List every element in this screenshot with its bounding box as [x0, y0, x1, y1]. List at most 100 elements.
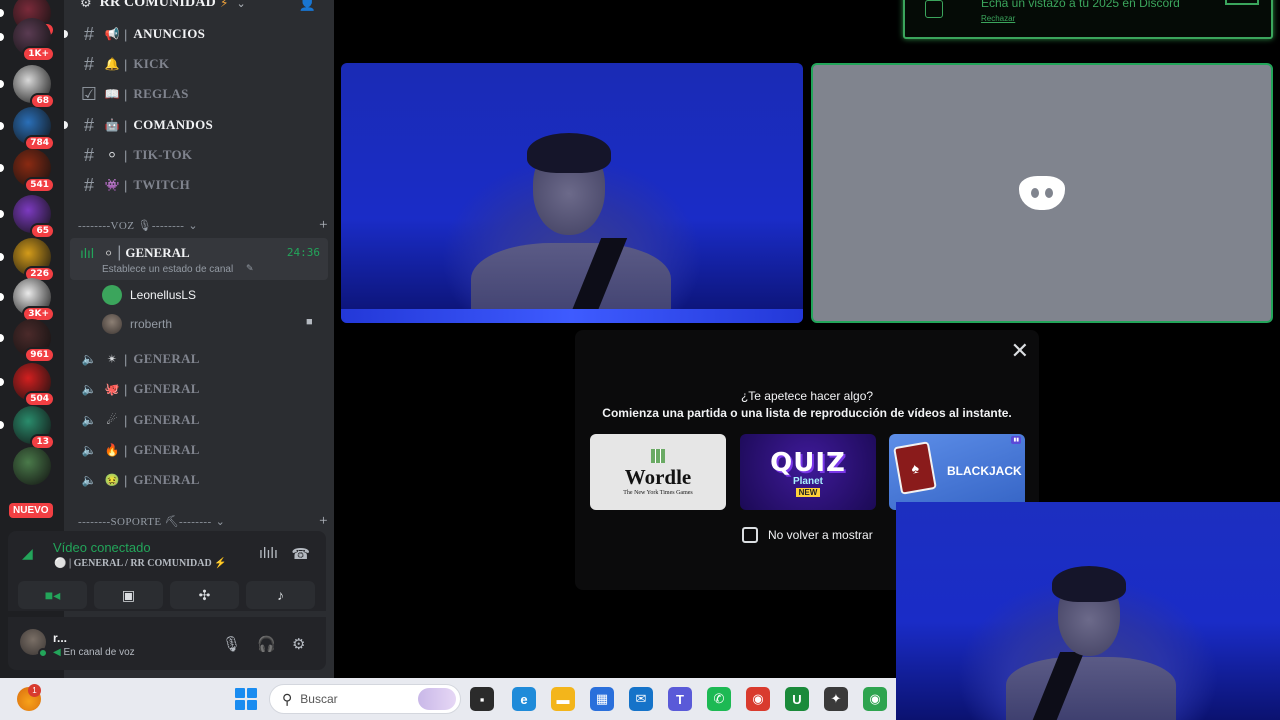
- pencil-icon[interactable]: ✎: [246, 263, 254, 274]
- recap-banner-title: Echa un vistazo a tu 2025 en Discord: [981, 0, 1180, 10]
- server-icon[interactable]: 3K+: [0, 278, 55, 322]
- whatsapp-icon[interactable]: ✆: [707, 687, 731, 711]
- voice-channel-general-active[interactable]: ılıl ⚪ | GENERAL 24:36 Establece un esta…: [70, 238, 328, 280]
- server-icon[interactable]: 68: [0, 65, 55, 109]
- microphone-icon[interactable]: 🎙: [222, 635, 241, 653]
- username[interactable]: r...: [53, 631, 67, 645]
- signal-icon[interactable]: ◢: [22, 545, 33, 562]
- close-icon[interactable]: ✕: [1011, 338, 1029, 364]
- camera-icon: ■: [306, 316, 313, 328]
- camera-icon: ■◂: [44, 586, 61, 603]
- voice-channel-general[interactable]: 🔈 ☄ | GENERAL: [70, 406, 328, 434]
- channel-reglas[interactable]: ☑ 📖 | REGLAS: [70, 80, 328, 108]
- server-icon[interactable]: 226: [0, 238, 55, 282]
- activity-question: ¿Te apetece hacer algo?: [740, 389, 874, 403]
- screen-share-button[interactable]: ▣: [94, 581, 163, 609]
- webcam-tile-leonelluls[interactable]: [341, 63, 803, 323]
- separator: |: [124, 177, 128, 193]
- server-header[interactable]: ⚙ RR COMUNIDAD ⚡ ⌄ 👤: [64, 0, 334, 14]
- server-icon[interactable]: 961: [0, 319, 55, 363]
- server-icon[interactable]: 65: [0, 195, 55, 239]
- playing-card-icon: ♠: [893, 441, 937, 495]
- ball-icon: ⚪: [54, 558, 67, 569]
- add-user-icon[interactable]: 👤: [299, 0, 316, 12]
- server-gear-icon: ⚙: [80, 0, 92, 10]
- server-icon[interactable]: 541: [0, 149, 55, 193]
- store-icon[interactable]: ▦: [590, 687, 614, 711]
- dont-show-again[interactable]: No volver a mostrar: [742, 527, 873, 543]
- channel-emoji-icon: 🤖: [104, 118, 120, 132]
- channel-label: COMANDOS: [133, 117, 214, 132]
- voice-channel-general[interactable]: 🔈 🔥 | GENERAL: [70, 436, 328, 464]
- channel-label: KICK: [133, 56, 170, 71]
- channel-label: GENERAL: [133, 351, 200, 366]
- channel-label: GENERAL: [133, 412, 200, 427]
- channel-comandos[interactable]: # 🤖 | COMANDOS: [64, 111, 328, 139]
- recap-open-button[interactable]: [1225, 0, 1259, 5]
- voice-user[interactable]: LeonellusLS: [102, 283, 196, 307]
- server-icon[interactable]: 784: [0, 107, 55, 151]
- channel-anuncios[interactable]: # 📢 | ANUNCIOS: [64, 20, 328, 48]
- file-explorer-dark-icon[interactable]: ▪: [470, 687, 494, 711]
- camera-button[interactable]: ■◂: [18, 581, 87, 609]
- chrome-icon[interactable]: ◉: [746, 687, 770, 711]
- hash-icon: #: [83, 144, 94, 165]
- activity-subtitle: Comienza una partida o una lista de repr…: [602, 406, 1012, 420]
- support-category-label: --------SOPORTE ⛏--------: [78, 515, 212, 528]
- dont-show-checkbox[interactable]: [742, 527, 758, 543]
- outlook-icon[interactable]: ✉: [629, 687, 653, 711]
- chevron-down-icon[interactable]: ⌄: [236, 0, 245, 10]
- activity-card-quiz-planet[interactable]: QUIZ Planet NEW: [740, 434, 876, 510]
- disconnect-icon[interactable]: ☎: [291, 545, 310, 563]
- activity-card-blackjack[interactable]: ♠ BLACKJACK ▮▮: [889, 434, 1025, 510]
- unread-indicator: [64, 30, 68, 38]
- channel-status-prompt[interactable]: Establece un estado de canal: [102, 264, 233, 275]
- channel-tik-tok[interactable]: # ⚪ | TIK-TOK: [70, 141, 328, 169]
- chevron-down-icon: ⌄: [215, 515, 226, 528]
- server-icon[interactable]: 504: [0, 363, 55, 407]
- server-icon[interactable]: 1K+: [0, 18, 55, 62]
- activity-card-wordle[interactable]: Wordle The New York Times Games: [590, 434, 726, 510]
- soundboard-button[interactable]: ♪: [246, 581, 315, 609]
- add-channel-icon[interactable]: +: [319, 513, 328, 530]
- headphones-icon[interactable]: 🎧: [257, 635, 276, 653]
- voice-category[interactable]: --------VOZ 🎙-------- ⌄ +: [78, 217, 328, 233]
- participant-tile-no-video[interactable]: [811, 63, 1273, 323]
- online-status-dot: [38, 648, 48, 658]
- connection-location[interactable]: ⚪ | GENERAL / RR COMUNIDAD ⚡: [54, 558, 227, 569]
- speaker-icon: 🔈: [81, 382, 97, 396]
- server-icon[interactable]: 13: [0, 406, 55, 450]
- new-badge: NUEVO: [9, 503, 53, 518]
- separator: |: [124, 86, 128, 102]
- start-button[interactable]: [235, 688, 257, 710]
- channel-label: GENERAL: [133, 442, 200, 457]
- wordle-grid-icon: [651, 448, 665, 463]
- recap-dismiss-link[interactable]: Rechazar: [981, 14, 1015, 23]
- user-status-text: En canal de voz: [63, 647, 135, 658]
- edge-icon[interactable]: e: [512, 687, 536, 711]
- app-u-icon[interactable]: U: [785, 687, 809, 711]
- server-icon[interactable]: [13, 447, 51, 485]
- self-camera-preview[interactable]: [896, 502, 1280, 720]
- app-dark-icon[interactable]: ✦: [824, 687, 848, 711]
- chrome-2-icon[interactable]: ◉: [863, 687, 887, 711]
- voice-channel-general[interactable]: 🔈 🤢 | GENERAL: [70, 466, 328, 494]
- noise-suppression-icon[interactable]: ılılı: [259, 545, 278, 562]
- voice-channel-general[interactable]: 🔈 ✴ | GENERAL: [70, 345, 328, 373]
- rules-checkbox-icon: ☑: [80, 83, 98, 104]
- add-channel-icon[interactable]: +: [319, 217, 328, 234]
- folder-icon[interactable]: ▬: [551, 687, 575, 711]
- channel-twitch[interactable]: # 👾 | TWITCH: [70, 171, 328, 199]
- teams-icon[interactable]: T: [668, 687, 692, 711]
- recap-banner[interactable]: Echa un vistazo a tu 2025 en Discord Rec…: [903, 0, 1273, 39]
- settings-gear-icon[interactable]: ⚙: [292, 635, 305, 653]
- separator: |: [124, 56, 128, 72]
- channel-kick[interactable]: # 🔔 | KICK: [70, 50, 328, 78]
- taskbar-search[interactable]: ⚲ Buscar: [269, 684, 461, 714]
- connection-status[interactable]: Vídeo conectado: [53, 540, 151, 555]
- voice-channel-general[interactable]: 🔈 🐙 | GENERAL: [70, 375, 328, 403]
- voice-user[interactable]: rroberth: [102, 312, 172, 336]
- channel-emoji-icon: ✴: [106, 352, 118, 366]
- activities-button[interactable]: ✣: [170, 581, 239, 609]
- support-category[interactable]: --------SOPORTE ⛏-------- ⌄ +: [78, 513, 328, 529]
